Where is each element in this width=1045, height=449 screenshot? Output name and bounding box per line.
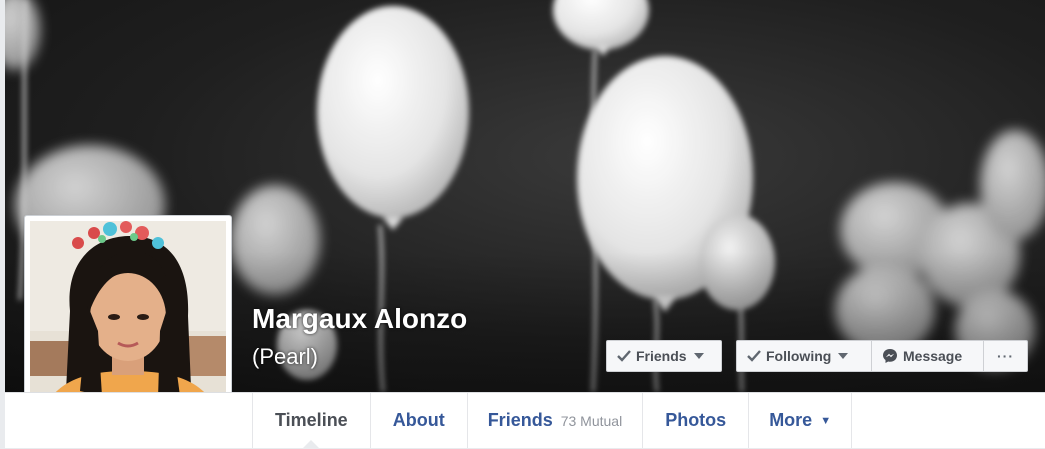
check-icon [617,350,631,362]
tab-timeline-label: Timeline [275,410,348,430]
tab-photos[interactable]: Photos [642,393,748,448]
messenger-icon [882,348,898,364]
active-tab-indicator [302,440,321,449]
mutual-friends-count: 73 Mutual [560,412,623,429]
friends-button-label: Friends [636,348,687,364]
profile-alternate-name: (Pearl) [252,344,319,369]
follow-message-group: Following Message ··· [736,340,1028,372]
profile-name[interactable]: Margaux Alonzo [252,303,467,335]
tab-about-label: About [392,410,445,430]
more-options-button[interactable]: ··· [984,340,1028,372]
profile-nav-bar: Timeline About Friends 73 Mutual Photos … [5,392,1045,449]
caret-down-icon: ▼ [820,414,832,427]
friends-button[interactable]: Friends [606,340,722,372]
caret-down-icon [838,353,849,359]
ellipsis-icon: ··· [997,348,1014,364]
caret-down-icon [693,353,704,359]
profile-page: Margaux Alonzo (Pearl) Friends Following… [0,0,1045,449]
following-button[interactable]: Following [736,340,872,372]
tab-friends-label: Friends [487,410,553,430]
message-button[interactable]: Message [872,340,984,372]
tab-more[interactable]: More ▼ [748,393,853,448]
check-icon [747,350,761,362]
following-button-label: Following [766,348,832,364]
tab-photos-label: Photos [665,410,727,430]
profile-tabs: Timeline About Friends 73 Mutual Photos … [252,393,853,449]
profile-portrait-illustration [30,221,226,421]
profile-picture[interactable] [30,221,226,421]
tab-timeline[interactable]: Timeline [252,393,370,449]
message-button-label: Message [903,348,963,364]
tab-friends[interactable]: Friends 73 Mutual [466,393,643,448]
tab-about[interactable]: About [369,393,467,448]
tab-more-label: More [769,410,813,430]
